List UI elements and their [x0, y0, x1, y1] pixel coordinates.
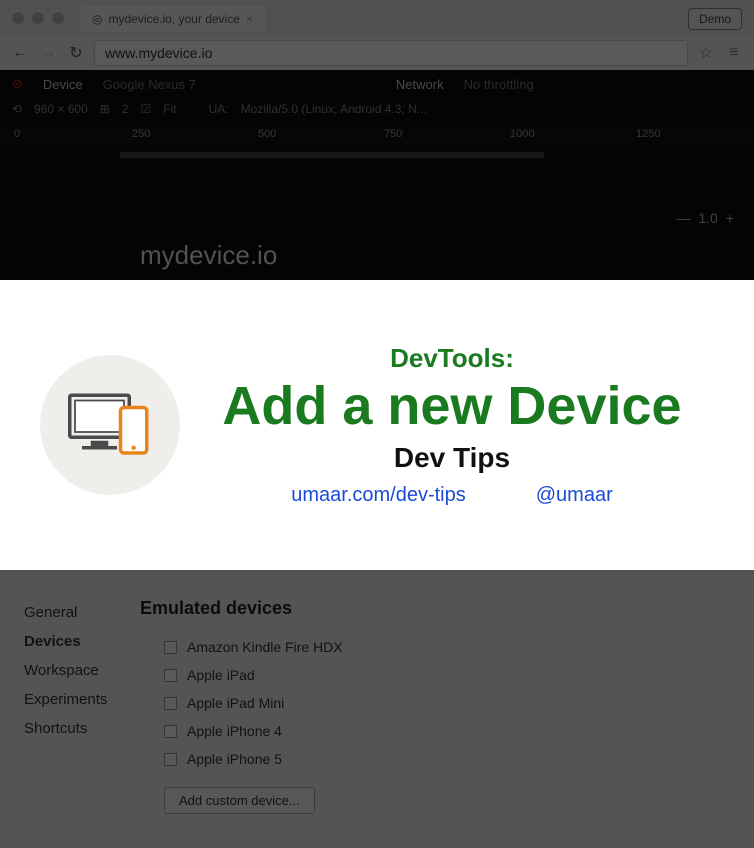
fit-checkbox[interactable]: ☑ — [141, 102, 152, 116]
device-item[interactable]: Apple iPad — [164, 661, 754, 689]
device-name: Apple iPhone 4 — [187, 723, 282, 739]
title-banner: DevTools: Add a new Device Dev Tips umaa… — [0, 280, 754, 570]
zoom-out-icon[interactable]: — — [676, 210, 690, 226]
banner-supertitle: DevTools: — [390, 343, 514, 374]
device-label: Device — [43, 77, 83, 92]
device-item[interactable]: Apple iPad Mini — [164, 689, 754, 717]
add-custom-device-button[interactable]: Add custom device... — [164, 787, 315, 814]
zoom-value: 1.0 — [698, 210, 717, 226]
devtools-settings-panel: General Devices Workspace Experiments Sh… — [0, 570, 754, 848]
device-checkbox[interactable] — [164, 697, 177, 710]
ruler-tick: 0 — [14, 128, 20, 140]
window-controls — [12, 12, 64, 24]
fit-label: Fit — [163, 102, 176, 116]
ruler-tick: 1250 — [636, 128, 660, 140]
device-select[interactable]: Google Nexus 7 — [103, 77, 196, 92]
back-button[interactable]: ← — [10, 43, 30, 63]
ruler-tick: 750 — [384, 128, 402, 140]
device-name: Amazon Kindle Fire HDX — [187, 639, 343, 655]
stop-icon[interactable]: ⊘ — [12, 76, 23, 92]
device-item[interactable]: Apple iPhone 5 — [164, 745, 754, 773]
network-select[interactable]: No throttling — [464, 77, 534, 92]
banner-title: Add a new Device — [222, 378, 681, 435]
devices-icon — [40, 355, 180, 495]
url-text: www.mydevice.io — [105, 45, 212, 61]
ruler: 0 250 500 750 1000 1250 — [0, 126, 754, 146]
ruler-tick: 250 — [132, 128, 150, 140]
menu-icon[interactable]: ≡ — [724, 44, 744, 62]
sidebar-item-experiments[interactable]: Experiments — [24, 685, 140, 714]
site-logo: mydevice.io — [140, 240, 277, 271]
sidebar-item-general[interactable]: General — [24, 598, 140, 627]
sidebar-item-shortcuts[interactable]: Shortcuts — [24, 714, 140, 743]
devtools-device-toolbar: ⊘ Device Google Nexus 7 Network No throt… — [0, 70, 754, 180]
sidebar-item-devices[interactable]: Devices — [24, 627, 140, 656]
dimensions-input[interactable]: 960 × 600 — [34, 102, 88, 116]
banner-subtitle: Dev Tips — [394, 442, 510, 474]
device-item[interactable]: Amazon Kindle Fire HDX — [164, 633, 754, 661]
network-label: Network — [396, 77, 444, 92]
bookmark-icon[interactable]: ☆ — [696, 43, 716, 63]
dpr-input[interactable]: 2 — [122, 102, 129, 116]
banner-link-site[interactable]: umaar.com/dev-tips — [291, 484, 466, 507]
forward-button[interactable]: → — [38, 43, 58, 63]
device-checkbox[interactable] — [164, 641, 177, 654]
browser-chrome: ◎ mydevice.io, your device × Demo ← → ↻ … — [0, 0, 754, 70]
device-name: Apple iPad — [187, 667, 255, 683]
device-list: Amazon Kindle Fire HDX Apple iPad Apple … — [140, 633, 754, 814]
device-item[interactable]: Apple iPhone 4 — [164, 717, 754, 745]
device-checkbox[interactable] — [164, 725, 177, 738]
device-name: Apple iPhone 5 — [187, 751, 282, 767]
sidebar-item-workspace[interactable]: Workspace — [24, 656, 140, 685]
ruler-handle-track[interactable] — [0, 148, 754, 178]
dpr-icon: ⊞ — [100, 102, 110, 116]
ruler-tick: 500 — [258, 128, 276, 140]
tab-close-icon[interactable]: × — [246, 12, 253, 26]
minimize-window[interactable] — [32, 12, 44, 24]
banner-link-handle[interactable]: @umaar — [536, 484, 613, 507]
rotate-icon[interactable]: ⟲ — [12, 102, 22, 116]
browser-tab[interactable]: ◎ mydevice.io, your device × — [80, 6, 265, 32]
device-checkbox[interactable] — [164, 669, 177, 682]
zoom-in-icon[interactable]: + — [726, 210, 734, 226]
tab-favicon: ◎ — [92, 12, 102, 26]
close-window[interactable] — [12, 12, 24, 24]
url-input[interactable]: www.mydevice.io — [94, 40, 688, 66]
ua-label: UA: — [209, 102, 229, 116]
device-checkbox[interactable] — [164, 753, 177, 766]
ua-input[interactable]: Mozilla/5.0 (Linux; Android 4.3; N... — [241, 102, 427, 116]
settings-heading: Emulated devices — [140, 598, 754, 619]
settings-sidebar: General Devices Workspace Experiments Sh… — [0, 598, 140, 848]
demo-badge[interactable]: Demo — [688, 8, 742, 30]
ruler-tick: 1000 — [510, 128, 534, 140]
device-name: Apple iPad Mini — [187, 695, 284, 711]
reload-button[interactable]: ↻ — [66, 43, 86, 63]
maximize-window[interactable] — [52, 12, 64, 24]
tab-title: mydevice.io, your device — [108, 12, 239, 26]
